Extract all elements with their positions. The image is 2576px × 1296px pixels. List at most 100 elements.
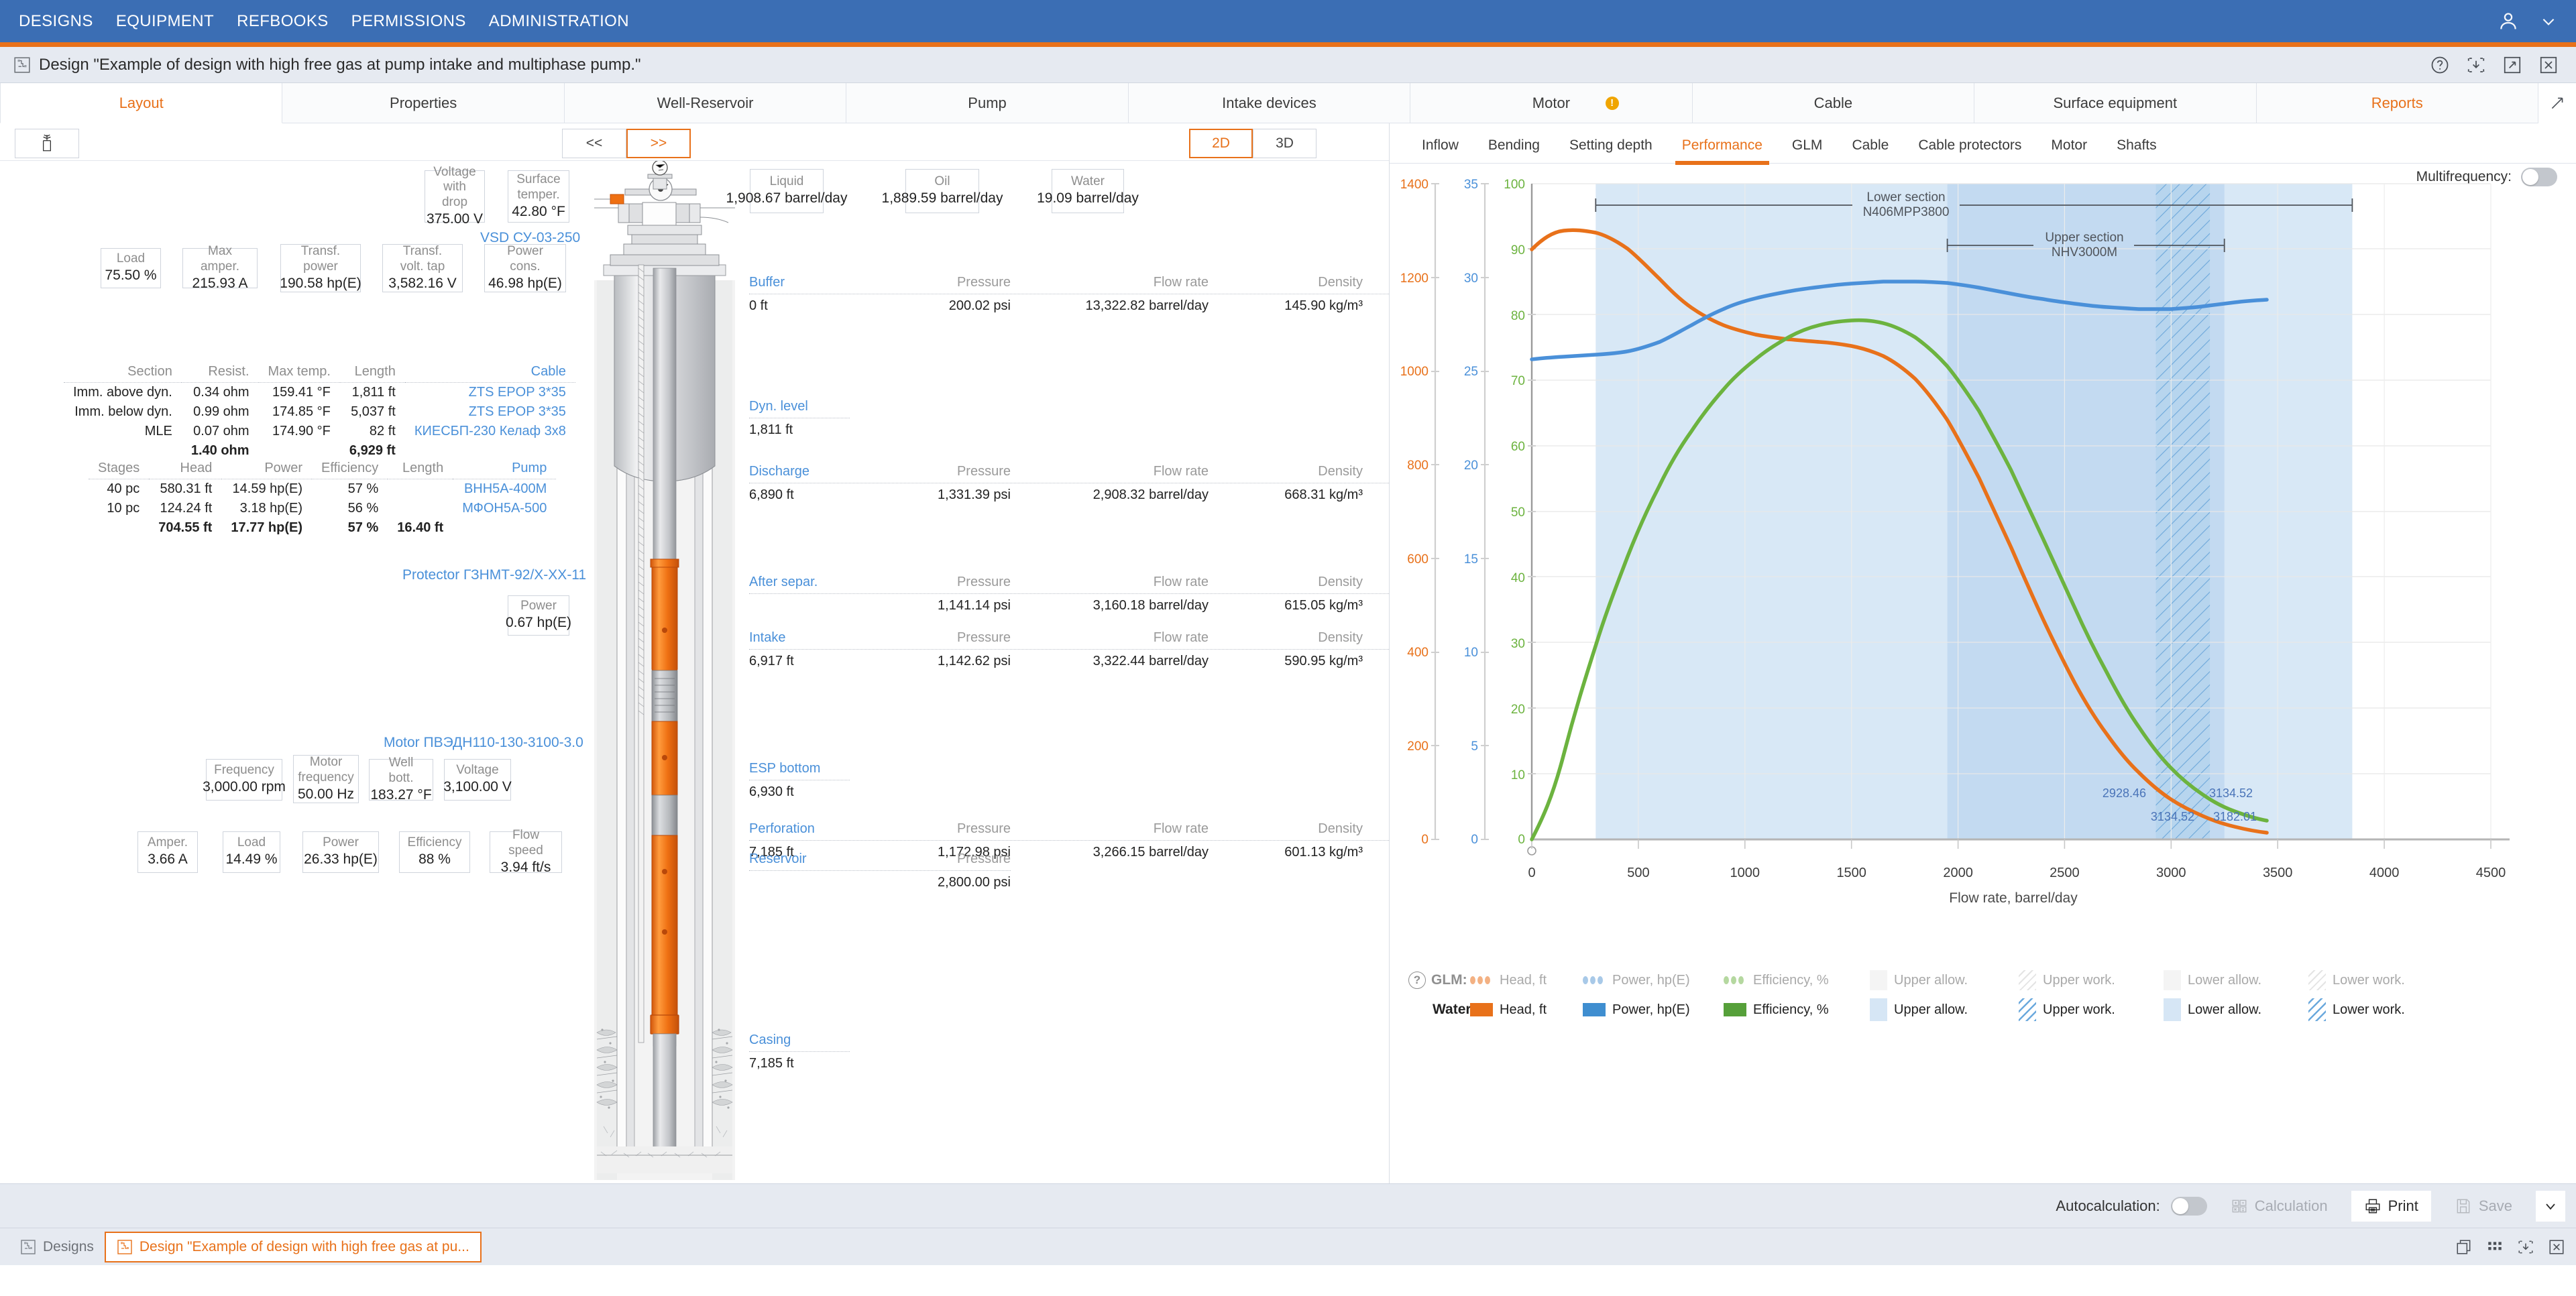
pump-table-title[interactable]: Pump [453, 461, 556, 479]
status-item-designs[interactable]: Designs [9, 1232, 105, 1262]
col-viscosity: Viscosity [1363, 275, 1390, 290]
pump-col-head: Head [149, 461, 221, 479]
kpi-surface-temper-value: 42.80 °F [512, 203, 565, 221]
well-schematic-button[interactable] [15, 129, 79, 158]
node-after-separ-key[interactable]: After separ. [749, 575, 877, 590]
legend-water-upper-allow[interactable]: Upper allow. [1870, 998, 2019, 1021]
svg-text:25: 25 [1464, 365, 1478, 379]
legend-glm-power[interactable]: Power, hp(E) [1583, 973, 1724, 988]
next-step-button[interactable]: >> [626, 129, 691, 158]
menu-item-administration[interactable]: ADMINISTRATION [489, 12, 629, 31]
cable-table-title[interactable]: Cable [405, 364, 575, 383]
tab-properties[interactable]: Properties [282, 83, 564, 123]
subtab-cable[interactable]: Cable [1837, 137, 1903, 163]
view-2d-button[interactable]: 2D [1189, 129, 1253, 158]
save-options-caret[interactable] [2536, 1191, 2565, 1222]
node-perforation-key[interactable]: Perforation [749, 821, 877, 837]
cable-row1-name[interactable]: ZTS EPOP 3*35 [405, 402, 575, 422]
performance-chart[interactable]: 1400 1200 1000 800 600 400 200 0 [1390, 164, 2576, 1028]
tab-surface-equipment[interactable]: Surface equipment [1974, 83, 2256, 123]
status-item-active-design[interactable]: Design "Example of design with high free… [105, 1232, 482, 1262]
kpi-protector-power: Power 0.67 hp(E) [508, 595, 569, 636]
expand-icon[interactable] [2502, 55, 2522, 75]
col-flowrate: Flow rate [1011, 821, 1209, 837]
pump-row1-name[interactable]: МФОН5А-500 [453, 499, 556, 518]
status-bar: Designs Design "Example of design with h… [0, 1228, 2576, 1265]
chevron-down-icon[interactable] [2540, 13, 2557, 30]
node-discharge-key[interactable]: Discharge [749, 464, 877, 479]
kpi-power-cons-label: Power cons. [492, 244, 559, 275]
tab-layout[interactable]: Layout [0, 83, 282, 123]
pump-row0-name[interactable]: ВНН5А-400М [453, 479, 556, 499]
kpi-vsd-load: Load 75.50 % [101, 248, 161, 288]
grid-icon[interactable] [2486, 1238, 2504, 1256]
copy-icon[interactable] [2455, 1238, 2473, 1256]
subtab-inflow[interactable]: Inflow [1407, 137, 1473, 163]
node-casing-key[interactable]: Casing [749, 1033, 850, 1052]
node-esp-bottom-key[interactable]: ESP bottom [749, 761, 850, 780]
close-icon[interactable] [2548, 1238, 2565, 1256]
protector-link[interactable]: Protector ГЗНМТ-92/Х-ХХ-11 [402, 567, 586, 583]
legend-glm-upper-allow[interactable]: Upper allow. [1870, 970, 2019, 990]
tab-well-reservoir[interactable]: Well-Reservoir [565, 83, 846, 123]
prev-step-button[interactable]: << [562, 129, 626, 158]
autocalculation-toggle[interactable] [2171, 1197, 2207, 1216]
node-buffer-key[interactable]: Buffer [749, 275, 877, 290]
svg-text:30: 30 [1511, 637, 1525, 651]
subtab-setting-depth[interactable]: Setting depth [1555, 137, 1667, 163]
legend-glm-lower-work[interactable]: Lower work. [2308, 970, 2405, 990]
legend-glm-head[interactable]: Head, ft [1470, 973, 1583, 988]
node-reservoir-key[interactable]: Reservoir [749, 851, 877, 867]
tab-cable[interactable]: Cable [1693, 83, 1974, 123]
tab-reports[interactable]: Reports [2257, 83, 2538, 123]
calculation-button[interactable]: Calculation [2218, 1191, 2341, 1222]
node-intake-flow: 3,322.44 barrel/day [1011, 654, 1209, 669]
legend-glm-upper-work[interactable]: Upper work. [2019, 970, 2164, 990]
node-after-separ-pressure: 1,141.14 psi [877, 598, 1011, 613]
save-button[interactable]: Save [2442, 1191, 2525, 1222]
node-dyn-level-key[interactable]: Dyn. level [749, 399, 850, 418]
print-button[interactable]: Print [2351, 1191, 2431, 1222]
close-icon[interactable] [2538, 55, 2559, 75]
layout-pane: << >> 2D 3D Voltage with drop 375.00 V S… [0, 123, 1390, 1183]
motor-link[interactable]: Motor ПВЭДН110-130-3100-3.0 [384, 735, 583, 751]
tab-intake-devices[interactable]: Intake devices [1129, 83, 1410, 123]
legend-water-power[interactable]: Power, hp(E) [1583, 1002, 1724, 1018]
view-3d-button[interactable]: 3D [1253, 129, 1317, 158]
subtab-performance[interactable]: Performance [1667, 137, 1777, 163]
subtab-motor[interactable]: Motor [2036, 137, 2102, 163]
menu-item-refbooks[interactable]: REFBOOKS [237, 12, 329, 31]
svg-text:35: 35 [1464, 178, 1478, 192]
node-intake-depth: 6,917 ft [749, 654, 877, 669]
tab-motor[interactable]: Motor ! [1410, 83, 1692, 123]
legend-glm-lower-allow[interactable]: Lower allow. [2164, 970, 2308, 990]
kpi-motor-power: Power 26.33 hp(E) [302, 831, 379, 873]
legend-glm-efficiency[interactable]: Efficiency, % [1724, 973, 1870, 988]
help-icon[interactable] [2430, 55, 2450, 75]
subtab-bending[interactable]: Bending [1473, 137, 1555, 163]
user-icon[interactable] [2497, 10, 2520, 33]
download-icon[interactable] [2517, 1238, 2534, 1256]
subtab-shafts[interactable]: Shafts [2102, 137, 2172, 163]
subtab-cable-protectors[interactable]: Cable protectors [1903, 137, 2036, 163]
node-intake-key[interactable]: Intake [749, 630, 877, 646]
menu-item-equipment[interactable]: EQUIPMENT [116, 12, 214, 31]
svg-text:500: 500 [1627, 866, 1649, 880]
cable-row2-name[interactable]: КИЕСБП-230 Келаф 3х8 [405, 422, 575, 441]
well-schematic-diagram[interactable] [594, 161, 735, 1180]
legend-water-efficiency[interactable]: Efficiency, % [1724, 1002, 1870, 1018]
legend-water-upper-work[interactable]: Upper work. [2019, 998, 2164, 1021]
menu-item-permissions[interactable]: PERMISSIONS [351, 12, 466, 31]
download-icon[interactable] [2466, 55, 2486, 75]
menu-item-designs[interactable]: DESIGNS [19, 12, 93, 31]
legend-water-lower-allow[interactable]: Lower allow. [2164, 998, 2308, 1021]
tab-strip-expand[interactable] [2538, 83, 2576, 123]
subtab-glm[interactable]: GLM [1777, 137, 1838, 163]
cable-row0-name[interactable]: ZTS EPOP 3*35 [405, 383, 575, 403]
svg-text:50: 50 [1511, 506, 1525, 520]
kpi-motor-freq-hz-value: 50.00 Hz [298, 786, 354, 803]
legend-water-lower-work[interactable]: Lower work. [2308, 998, 2405, 1021]
legend-water-head[interactable]: Head, ft [1470, 1002, 1583, 1018]
tab-pump[interactable]: Pump [846, 83, 1128, 123]
help-icon[interactable]: ? [1408, 971, 1426, 989]
